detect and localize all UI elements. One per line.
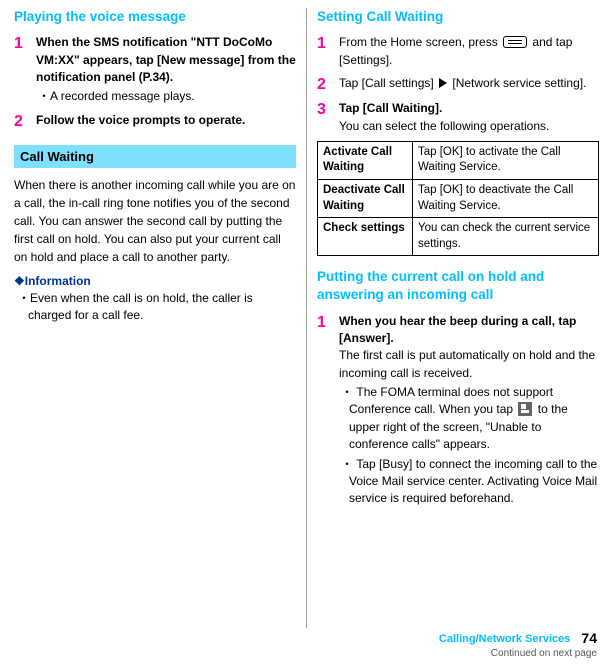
table-row: Activate Call Waiting Tap [OK] to activa…	[318, 141, 599, 179]
information-bullet: Even when the call is on hold, the calle…	[14, 290, 296, 325]
heading-putting-call-on-hold: Putting the current call on hold and ans…	[317, 268, 599, 304]
step-instruction: When the SMS notification "NTT DoCoMo VM…	[36, 35, 296, 84]
step-body: When you hear the beep during a call, ta…	[339, 313, 599, 508]
continued-label: Continued on next page	[12, 648, 597, 659]
step-body: Follow the voice prompts to operate.	[36, 112, 296, 129]
step-number: 1	[317, 313, 339, 332]
table-key: Check settings	[318, 218, 413, 256]
table-key: Deactivate Call Waiting	[318, 180, 413, 218]
arrow-right-icon	[439, 78, 447, 88]
information-heading: ❖Information	[14, 274, 296, 288]
step-body: From the Home screen, press and tap [Set…	[339, 34, 599, 69]
step-1-hold: 1 When you hear the beep during a call, …	[317, 313, 599, 508]
table-value: You can check the current service settin…	[413, 218, 599, 256]
page-footer: Calling/Network Services 74 Continued on…	[12, 630, 597, 659]
heading-playing-voice-message: Playing the voice message	[14, 8, 296, 26]
step-description: You can select the following operations.	[339, 119, 549, 133]
table-key: Activate Call Waiting	[318, 141, 413, 179]
step-number: 2	[317, 75, 339, 94]
step-1-right: 1 From the Home screen, press and tap [S…	[317, 34, 599, 69]
step-body: Tap [Call settings] [Network service set…	[339, 75, 599, 92]
table-value: Tap [OK] to activate the Call Waiting Se…	[413, 141, 599, 179]
step-number: 3	[317, 100, 339, 119]
page-number: 74	[581, 630, 597, 646]
step-body: When the SMS notification "NTT DoCoMo VM…	[36, 34, 296, 106]
step-number: 1	[14, 34, 36, 53]
table-row: Check settings You can check the current…	[318, 218, 599, 256]
step-instruction: Tap [Call Waiting].	[339, 101, 442, 115]
step-text: [Network service setting].	[449, 76, 586, 90]
bullet-text: Tap [Busy] to connect the incoming call …	[349, 457, 597, 506]
step-instruction: When you hear the beep during a call, ta…	[339, 314, 576, 345]
footer-section-name: Calling/Network Services	[439, 633, 570, 645]
step-2-left: 2 Follow the voice prompts to operate.	[14, 112, 296, 131]
step-3-right: 3 Tap [Call Waiting]. You can select the…	[317, 100, 599, 135]
conference-icon	[518, 402, 532, 416]
table-row: Deactivate Call Waiting Tap [OK] to deac…	[318, 180, 599, 218]
menu-key-icon	[503, 36, 527, 48]
step-bullet: Tap [Busy] to connect the incoming call …	[339, 456, 599, 508]
left-column: Playing the voice message 1 When the SMS…	[14, 8, 306, 628]
table-value: Tap [OK] to deactivate the Call Waiting …	[413, 180, 599, 218]
intro-paragraph: When there is another incoming call whil…	[14, 176, 296, 266]
step-bullet: The FOMA terminal does not support Confe…	[339, 384, 599, 454]
heading-setting-call-waiting: Setting Call Waiting	[317, 8, 599, 26]
step-description: The first call is put automatically on h…	[339, 348, 595, 379]
step-text: Tap [Call settings]	[339, 76, 437, 90]
operations-table: Activate Call Waiting Tap [OK] to activa…	[317, 141, 599, 256]
step-1-left: 1 When the SMS notification "NTT DoCoMo …	[14, 34, 296, 106]
right-column: Setting Call Waiting 1 From the Home scr…	[307, 8, 599, 628]
page-columns: Playing the voice message 1 When the SMS…	[0, 0, 609, 628]
step-instruction: Follow the voice prompts to operate.	[36, 113, 245, 127]
step-body: Tap [Call Waiting]. You can select the f…	[339, 100, 599, 135]
step-number: 1	[317, 34, 339, 53]
step-note: A recorded message plays.	[36, 88, 296, 105]
step-2-right: 2 Tap [Call settings] [Network service s…	[317, 75, 599, 94]
step-number: 2	[14, 112, 36, 131]
step-text: From the Home screen, press	[339, 35, 501, 49]
section-band-call-waiting: Call Waiting	[14, 145, 296, 168]
